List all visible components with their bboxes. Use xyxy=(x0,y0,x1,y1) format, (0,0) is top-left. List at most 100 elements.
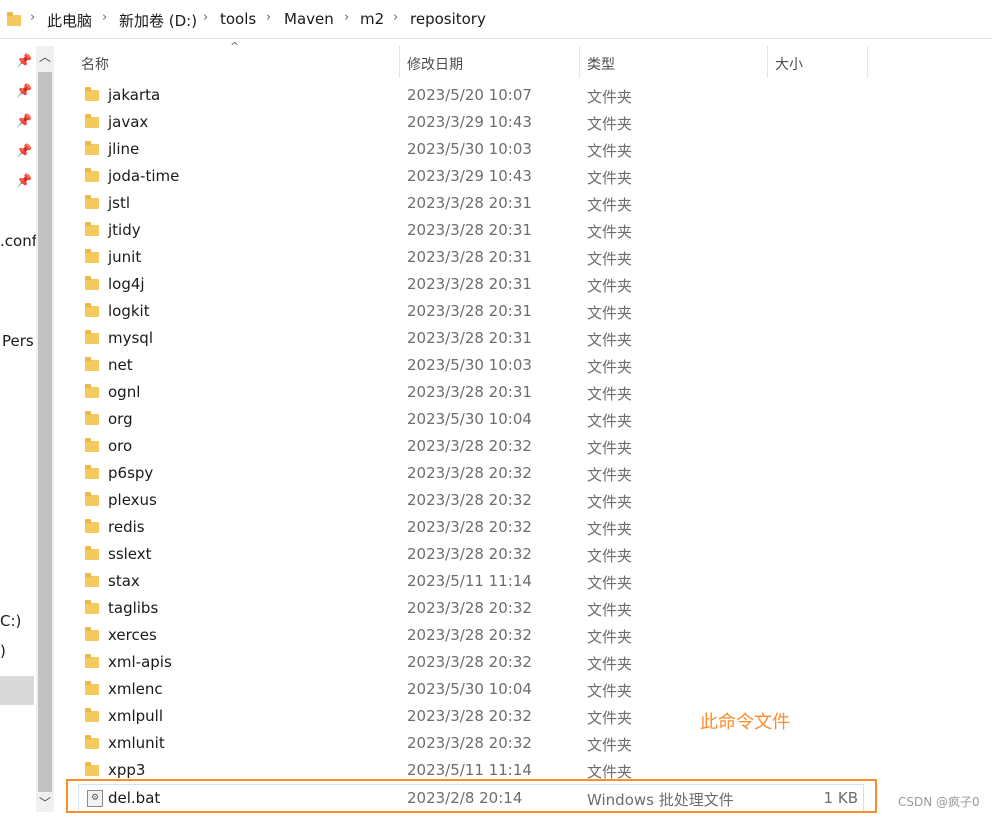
file-row[interactable]: xmlunit 2023/3/28 20:32 文件夹 xyxy=(0,730,992,757)
file-date: 2023/3/29 10:43 xyxy=(407,167,532,185)
file-row[interactable]: oro 2023/3/28 20:32 文件夹 xyxy=(0,433,992,460)
column-header-size[interactable]: 大小 xyxy=(768,46,866,78)
file-date: 2023/3/28 20:32 xyxy=(407,464,532,482)
file-row[interactable]: stax 2023/5/11 11:14 文件夹 xyxy=(0,568,992,595)
breadcrumb-tools[interactable]: tools xyxy=(220,10,256,28)
folder-icon xyxy=(85,627,99,641)
chevron-right-icon: › xyxy=(344,10,350,25)
folder-icon xyxy=(85,195,99,209)
file-row[interactable]: redis 2023/3/28 20:32 文件夹 xyxy=(0,514,992,541)
folder-icon xyxy=(85,735,99,749)
file-row[interactable]: jtidy 2023/3/28 20:31 文件夹 xyxy=(0,217,992,244)
file-type: 文件夹 xyxy=(587,682,633,700)
file-row[interactable]: net 2023/5/30 10:03 文件夹 xyxy=(0,352,992,379)
breadcrumb-repository[interactable]: repository xyxy=(410,10,486,28)
file-name: jakarta xyxy=(108,86,161,104)
breadcrumb-maven[interactable]: Maven xyxy=(284,10,334,28)
address-bar[interactable]: › 此电脑 › 新加卷 (D:) › tools › Maven › m2 › … xyxy=(0,0,992,39)
file-name: net xyxy=(108,356,133,374)
file-date: 2023/3/28 20:32 xyxy=(407,518,532,536)
file-row[interactable]: jline 2023/5/30 10:03 文件夹 xyxy=(0,136,992,163)
file-row[interactable]: logkit 2023/3/28 20:31 文件夹 xyxy=(0,298,992,325)
file-row[interactable]: plexus 2023/3/28 20:32 文件夹 xyxy=(0,487,992,514)
file-date: 2023/5/30 10:04 xyxy=(407,410,532,428)
file-name: mysql xyxy=(108,329,153,347)
file-row[interactable]: xml-apis 2023/3/28 20:32 文件夹 xyxy=(0,649,992,676)
file-name: xml-apis xyxy=(108,653,172,671)
column-header-name[interactable]: 名称 ^ xyxy=(78,40,398,78)
folder-icon xyxy=(85,330,99,344)
file-type: 文件夹 xyxy=(587,358,633,376)
file-date: 2023/5/11 11:14 xyxy=(407,761,532,779)
file-date: 2023/3/28 20:31 xyxy=(407,248,532,266)
file-type: 文件夹 xyxy=(587,115,633,133)
folder-icon xyxy=(85,276,99,290)
file-date: 2023/3/28 20:31 xyxy=(407,329,532,347)
file-row[interactable]: log4j 2023/3/28 20:31 文件夹 xyxy=(0,271,992,298)
file-name: xmlpull xyxy=(108,707,164,725)
file-row[interactable]: jakarta 2023/5/20 10:07 文件夹 xyxy=(0,82,992,109)
chevron-right-icon: › xyxy=(393,10,399,25)
file-name: taglibs xyxy=(108,599,159,617)
file-type: 文件夹 xyxy=(587,142,633,160)
file-type: 文件夹 xyxy=(587,736,633,754)
file-name: ognl xyxy=(108,383,141,401)
folder-icon xyxy=(85,654,99,668)
file-row[interactable]: xerces 2023/3/28 20:32 文件夹 xyxy=(0,622,992,649)
folder-icon xyxy=(85,168,99,182)
file-row[interactable]: joda-time 2023/3/29 10:43 文件夹 xyxy=(0,163,992,190)
file-row[interactable]: junit 2023/3/28 20:31 文件夹 xyxy=(0,244,992,271)
folder-icon xyxy=(85,141,99,155)
column-header-date[interactable]: 修改日期 xyxy=(400,46,578,78)
file-name: xmlunit xyxy=(108,734,165,752)
file-name: javax xyxy=(108,113,149,131)
file-name: jline xyxy=(108,140,140,158)
file-date: 2023/5/30 10:04 xyxy=(407,680,532,698)
breadcrumb-m2[interactable]: m2 xyxy=(360,10,384,28)
file-name: org xyxy=(108,410,133,428)
breadcrumb-drive-d[interactable]: 新加卷 (D:) xyxy=(119,10,197,31)
folder-icon xyxy=(85,573,99,587)
file-date: 2023/3/28 20:31 xyxy=(407,194,532,212)
file-date: 2023/5/30 10:03 xyxy=(407,356,532,374)
file-row[interactable]: mysql 2023/3/28 20:31 文件夹 xyxy=(0,325,992,352)
column-header-size-label: 大小 xyxy=(775,57,803,73)
folder-icon xyxy=(85,681,99,695)
file-row[interactable]: javax 2023/3/29 10:43 文件夹 xyxy=(0,109,992,136)
file-name: junit xyxy=(108,248,142,266)
scroll-down-icon[interactable]: ﹀ xyxy=(39,794,51,811)
column-header-date-label: 修改日期 xyxy=(407,57,463,73)
file-date: 2023/3/28 20:32 xyxy=(407,734,532,752)
pin-icon: 📌 xyxy=(16,54,33,69)
file-row[interactable]: ognl 2023/3/28 20:31 文件夹 xyxy=(0,379,992,406)
breadcrumb-this-pc[interactable]: 此电脑 xyxy=(47,10,92,31)
folder-icon xyxy=(85,762,99,776)
file-type: 文件夹 xyxy=(587,493,633,511)
file-type: 文件夹 xyxy=(587,466,633,484)
file-type: 文件夹 xyxy=(587,655,633,673)
file-type: 文件夹 xyxy=(587,196,633,214)
file-date: 2023/3/28 20:31 xyxy=(407,275,532,293)
file-row[interactable]: jstl 2023/3/28 20:31 文件夹 xyxy=(0,190,992,217)
file-date: 2023/5/20 10:07 xyxy=(407,86,532,104)
file-date: 2023/5/11 11:14 xyxy=(407,572,532,590)
folder-icon xyxy=(85,600,99,614)
file-row[interactable]: sslext 2023/3/28 20:32 文件夹 xyxy=(0,541,992,568)
scroll-up-icon[interactable]: ︿ xyxy=(39,48,51,65)
folder-icon xyxy=(85,708,99,722)
file-row[interactable]: taglibs 2023/3/28 20:32 文件夹 xyxy=(0,595,992,622)
file-name: redis xyxy=(108,518,145,536)
sort-ascending-icon: ^ xyxy=(230,40,240,53)
file-name: sslext xyxy=(108,545,152,563)
file-name: jtidy xyxy=(108,221,141,239)
file-row[interactable]: p6spy 2023/3/28 20:32 文件夹 xyxy=(0,460,992,487)
file-row[interactable]: xmlpull 2023/3/28 20:32 文件夹 xyxy=(0,703,992,730)
file-row[interactable]: xmlenc 2023/5/30 10:04 文件夹 xyxy=(0,676,992,703)
column-divider[interactable] xyxy=(867,46,868,78)
column-header-type[interactable]: 类型 xyxy=(580,46,766,78)
file-name: xmlenc xyxy=(108,680,163,698)
file-row[interactable]: org 2023/5/30 10:04 文件夹 xyxy=(0,406,992,433)
chevron-right-icon: › xyxy=(266,10,272,25)
file-type: 文件夹 xyxy=(587,412,633,430)
file-type: 文件夹 xyxy=(587,547,633,565)
